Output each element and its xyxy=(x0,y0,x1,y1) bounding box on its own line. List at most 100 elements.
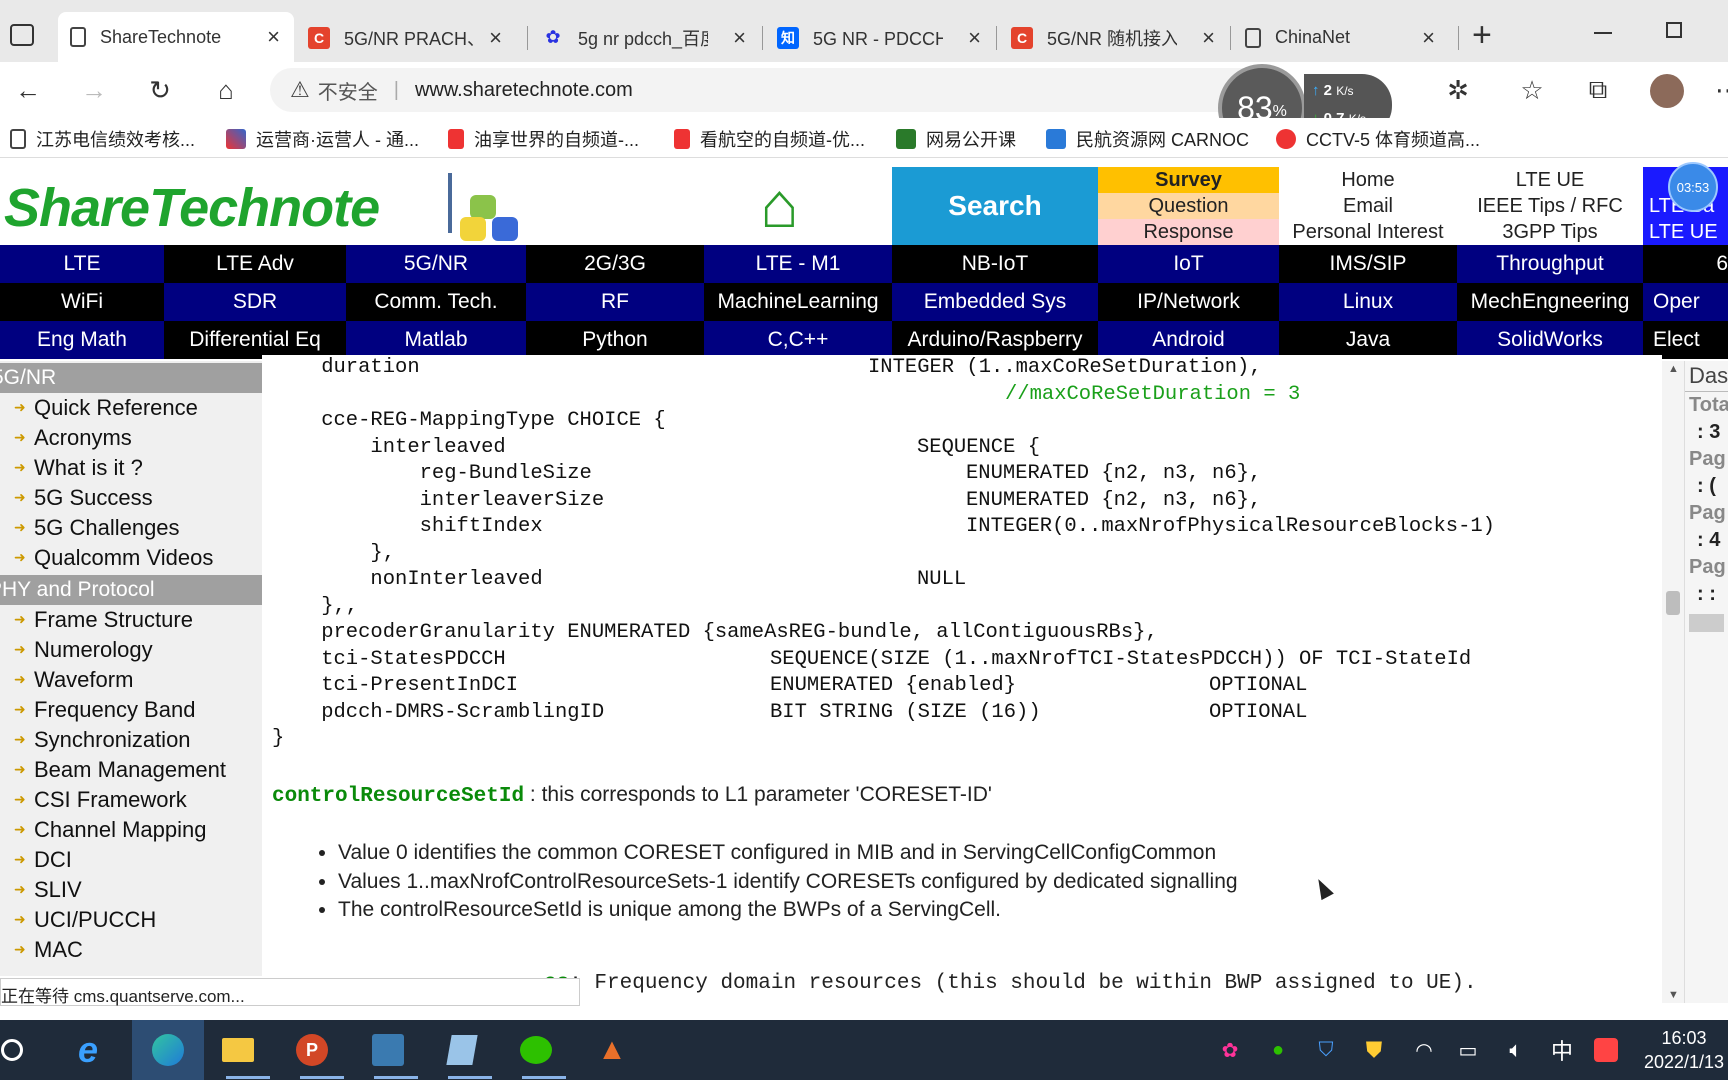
sidebar-item[interactable]: ➜ Synchronization xyxy=(0,725,262,755)
nav-sdr[interactable]: SDR xyxy=(164,283,346,321)
nav-machine-learning[interactable]: MachineLearning xyxy=(704,283,892,321)
volume-icon[interactable]: 🔈︎ xyxy=(1494,1028,1538,1072)
ime-indicator[interactable]: 中 xyxy=(1540,1028,1584,1072)
search-circle-icon[interactable] xyxy=(0,1028,34,1072)
nav-arduino[interactable]: Arduino/Raspberry xyxy=(892,321,1098,359)
extensions-icon[interactable]: ✲ xyxy=(1438,70,1478,110)
powerpoint-icon[interactable]: P xyxy=(290,1028,334,1072)
forward-icon[interactable]: → xyxy=(74,70,114,110)
nav-eng-math[interactable]: Eng Math xyxy=(0,321,164,359)
site-logo[interactable]: ShareTechnote xyxy=(4,177,380,239)
nav-electronics[interactable]: Elect xyxy=(1643,321,1728,359)
tab-zhihu[interactable]: 知 5G NR - PDCCH学 × xyxy=(765,14,995,61)
close-icon[interactable]: × xyxy=(733,25,746,51)
bookmark-item[interactable]: CCTV-5 体育频道高... xyxy=(1276,126,1480,152)
ie-icon[interactable]: e xyxy=(66,1028,110,1072)
warning-icon[interactable]: ⚠ xyxy=(290,77,310,103)
nav-lte[interactable]: LTE xyxy=(0,245,164,283)
tray-defender-icon[interactable]: ⛉ xyxy=(1304,1028,1348,1072)
nav-5g-nr[interactable]: 5G/NR xyxy=(346,245,526,283)
scroll-thumb[interactable] xyxy=(1666,591,1680,615)
lte-ue-link[interactable]: LTE UE xyxy=(1457,167,1643,193)
back-icon[interactable]: ← xyxy=(8,70,48,110)
sidebar-item[interactable]: ➜ DCI xyxy=(0,845,262,875)
network-tool-icon[interactable] xyxy=(366,1028,410,1072)
survey-title[interactable]: Survey xyxy=(1098,167,1279,193)
nav-android[interactable]: Android xyxy=(1098,321,1279,359)
address-bar[interactable]: ⚠ 不安全 | www.sharetechnote.com xyxy=(270,68,1270,112)
nav-java[interactable]: Java xyxy=(1279,321,1457,359)
nav-wifi[interactable]: WiFi xyxy=(0,283,164,321)
minimize-icon[interactable] xyxy=(1594,32,1612,34)
sidebar-item[interactable]: ➜ CSI Framework xyxy=(0,785,262,815)
bookmark-item[interactable]: 看航空的自频道-优... xyxy=(674,126,865,152)
nav-differential-eq[interactable]: Differential Eq xyxy=(164,321,346,359)
close-icon[interactable]: × xyxy=(1422,25,1435,51)
sogou-icon[interactable] xyxy=(1584,1028,1628,1072)
sidebar-item[interactable]: ➜ Qualcomm Videos xyxy=(0,543,262,573)
nav-comm-tech[interactable]: Comm. Tech. xyxy=(346,283,526,321)
security-label[interactable]: 不安全 xyxy=(318,76,378,105)
survey-response[interactable]: Response xyxy=(1098,219,1279,245)
nav-rf[interactable]: RF xyxy=(526,283,704,321)
tray-wechat-icon[interactable]: ● xyxy=(1256,1028,1300,1072)
bookmark-item[interactable]: 网易公开课 xyxy=(896,126,1016,152)
ieee-tips-link[interactable]: IEEE Tips / RFC xyxy=(1457,193,1643,219)
nav-matlab[interactable]: Matlab xyxy=(346,321,526,359)
bookmark-item[interactable]: 民航资源网 CARNOC xyxy=(1046,126,1249,152)
more-icon[interactable]: ⋯ xyxy=(1708,70,1728,110)
home-icon[interactable]: ⌂ xyxy=(206,70,246,110)
tab-random-access[interactable]: C 5G/NR 随机接入 × xyxy=(999,14,1229,61)
3gpp-tips-link[interactable]: 3GPP Tips xyxy=(1457,219,1643,245)
taskbar-clock[interactable]: 16:03 2022/1/13 xyxy=(1640,1026,1728,1074)
sidebar-item[interactable]: ➜ Acronyms xyxy=(0,423,262,453)
nav-2g-3g[interactable]: 2G/3G xyxy=(526,245,704,283)
close-icon[interactable]: × xyxy=(267,24,280,50)
nav-ims-sip[interactable]: IMS/SIP xyxy=(1279,245,1457,283)
sidebar-item[interactable]: ➜ Frequency Band xyxy=(0,695,262,725)
nav-open[interactable]: Oper xyxy=(1643,283,1728,321)
nav-ip-network[interactable]: IP/Network xyxy=(1098,283,1279,321)
refresh-icon[interactable]: ↻ xyxy=(140,70,180,110)
nav-embedded-sys[interactable]: Embedded Sys xyxy=(892,283,1098,321)
bookmark-item[interactable]: 油享世界的自频道-... xyxy=(448,126,639,152)
nav-nb-iot[interactable]: NB-IoT xyxy=(892,245,1098,283)
search-button[interactable]: Search xyxy=(892,167,1098,245)
nav-iot[interactable]: IoT xyxy=(1098,245,1279,283)
sidebar-item[interactable]: ➜ 5G Challenges xyxy=(0,513,262,543)
sidebar-item[interactable]: ➜ Beam Management xyxy=(0,755,262,785)
scrollbar[interactable]: ▲ ▼ xyxy=(1662,361,1684,1003)
sidebar-item[interactable]: ➜ 5G Success xyxy=(0,483,262,513)
url-text[interactable]: www.sharetechnote.com xyxy=(415,79,633,102)
sidebar-item[interactable]: ➜ UCI/PUCCH xyxy=(0,905,262,935)
nav-linux[interactable]: Linux xyxy=(1279,283,1457,321)
tray-app-icon[interactable]: ✿ xyxy=(1208,1028,1252,1072)
avatar[interactable] xyxy=(1650,74,1684,108)
tab-chinanet[interactable]: ChinaNet × xyxy=(1233,14,1449,61)
close-icon[interactable]: × xyxy=(1202,25,1215,51)
bookmark-item[interactable]: 江苏电信绩效考核... xyxy=(10,126,195,152)
home-link[interactable]: Home xyxy=(1279,167,1457,193)
home-icon[interactable]: ⌂ xyxy=(760,173,799,237)
tray-security-icon[interactable]: ⛊ xyxy=(1352,1028,1396,1072)
new-tab-icon[interactable]: + xyxy=(1472,16,1492,55)
personal-interest-link[interactable]: Personal Interest xyxy=(1279,219,1457,245)
edge-icon[interactable] xyxy=(132,1020,204,1080)
sidebar-item[interactable]: ➜ SLIV xyxy=(0,875,262,905)
tab-baidu[interactable]: ✿ 5g nr pdcch_百度 × xyxy=(530,14,760,61)
nav-solidworks[interactable]: SolidWorks xyxy=(1457,321,1643,359)
nav-6g[interactable]: 6 xyxy=(1643,245,1728,283)
bookmark-item[interactable]: 运营商·运营人 - 通... xyxy=(226,126,419,152)
sidebar-item[interactable]: ➜ Channel Mapping xyxy=(0,815,262,845)
sidebar-section-phy[interactable]: PHY and Protocol xyxy=(0,575,262,605)
file-explorer-icon[interactable] xyxy=(216,1028,260,1072)
survey-question[interactable]: Question xyxy=(1098,193,1279,219)
favorites-icon[interactable]: ☆ xyxy=(1512,70,1552,110)
sidebar-item[interactable]: ➜ Frame Structure xyxy=(0,605,262,635)
nav-throughput[interactable]: Throughput xyxy=(1457,245,1643,283)
notepad-icon[interactable] xyxy=(440,1028,484,1072)
sidebar-item[interactable]: ➜ Quick Reference xyxy=(0,393,262,423)
tab-sharetechnote[interactable]: ShareTechnote × xyxy=(58,12,294,62)
scroll-up-icon[interactable]: ▲ xyxy=(1668,363,1679,375)
email-link[interactable]: Email xyxy=(1279,193,1457,219)
